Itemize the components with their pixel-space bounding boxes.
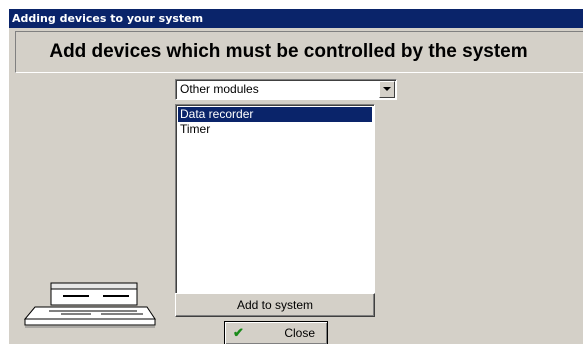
dropdown-arrow-button[interactable]: [379, 81, 395, 98]
category-dropdown[interactable]: Other modules: [175, 79, 397, 100]
recorder-device-icon: [23, 282, 156, 328]
close-button[interactable]: ✔ Close: [224, 321, 328, 344]
close-button-label: Close: [284, 326, 315, 340]
header-panel: Add devices which must be controlled by …: [15, 31, 583, 73]
window-title: Adding devices to your system: [12, 12, 204, 25]
chevron-down-icon: [383, 87, 391, 91]
dialog-window: Adding devices to your system Add device…: [8, 8, 583, 344]
window-title-bar[interactable]: Adding devices to your system: [9, 9, 583, 28]
list-item-data-recorder[interactable]: Data recorder: [178, 107, 372, 122]
category-dropdown-value: Other modules: [180, 82, 259, 96]
device-listbox[interactable]: Data recorder Timer: [175, 104, 375, 302]
add-to-system-button[interactable]: Add to system: [175, 293, 375, 317]
header-text: Add devices which must be controlled by …: [49, 41, 528, 62]
checkmark-icon: ✔: [233, 325, 244, 340]
list-item-timer[interactable]: Timer: [178, 122, 372, 137]
